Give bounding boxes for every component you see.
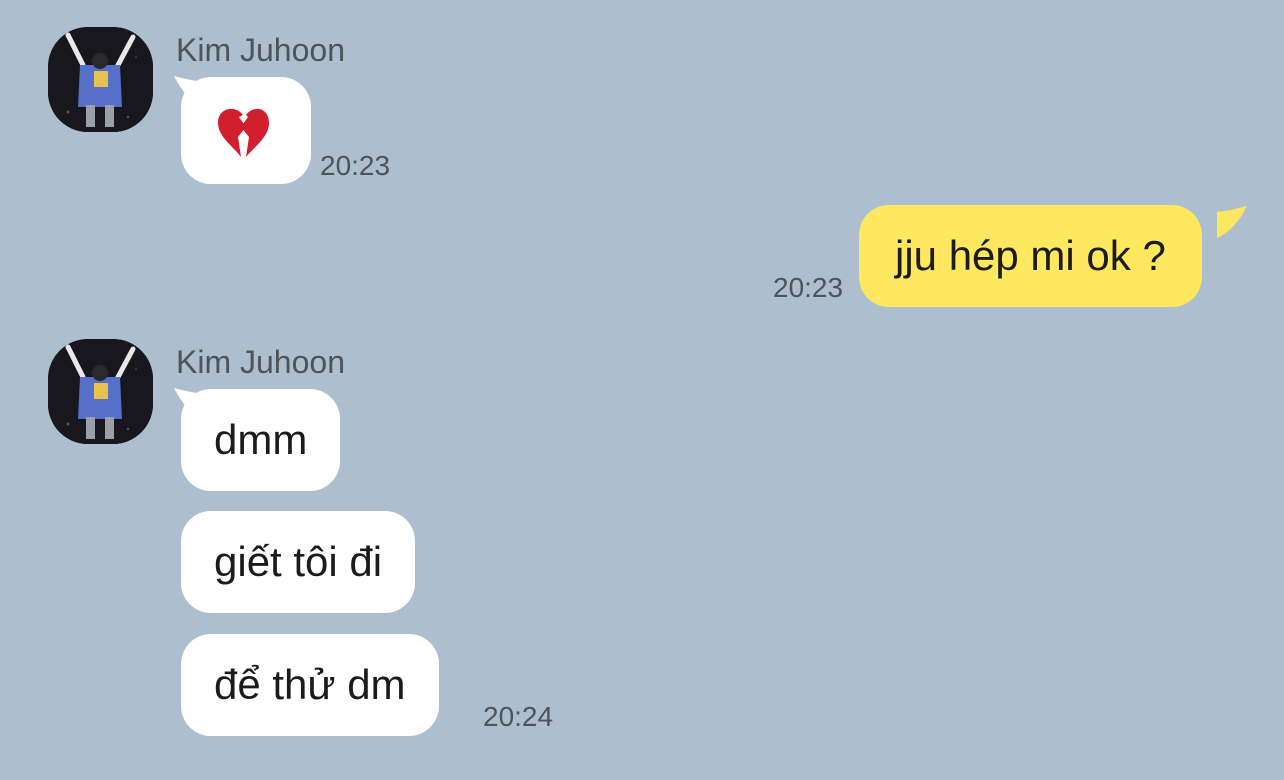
message-timestamp: 20:24 (483, 701, 554, 732)
bubble-tail (1217, 206, 1247, 238)
message-timestamp: 20:23 (320, 150, 391, 181)
avatar-kim-juhoon[interactable] (48, 27, 153, 132)
broken-heart-icon (218, 108, 269, 157)
avatar-kim-juhoon[interactable] (48, 339, 153, 444)
profile-photo-icon (48, 27, 153, 132)
profile-photo-icon (48, 339, 153, 444)
message-bubble-incoming[interactable]: giết tôi đi (181, 511, 416, 613)
message-bubble-incoming[interactable] (181, 77, 311, 184)
message-bubble-incoming[interactable]: để thử dm (181, 634, 439, 736)
sender-name: Kim Juhoon (176, 344, 345, 380)
message-timestamp: 20:23 (773, 272, 844, 303)
sender-name: Kim Juhoon (176, 32, 345, 68)
message-bubble-incoming[interactable]: dmm (181, 389, 341, 491)
message-bubble-outgoing[interactable]: jju hép mi ok ? (859, 205, 1202, 307)
